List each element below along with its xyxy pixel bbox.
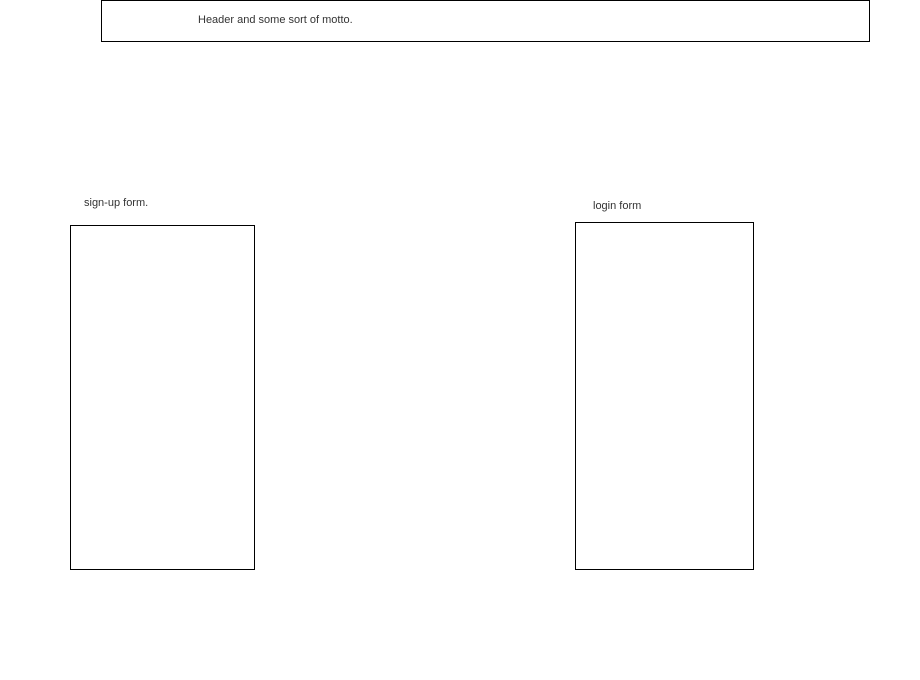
signup-form-box[interactable] — [70, 225, 255, 570]
login-form-label: login form — [593, 200, 642, 212]
login-form-box[interactable] — [575, 222, 754, 570]
signup-form-label: sign-up form. — [84, 197, 149, 209]
header-motto-text: Header and some sort of motto. — [198, 14, 353, 26]
header-box: Header and some sort of motto. — [101, 0, 870, 42]
